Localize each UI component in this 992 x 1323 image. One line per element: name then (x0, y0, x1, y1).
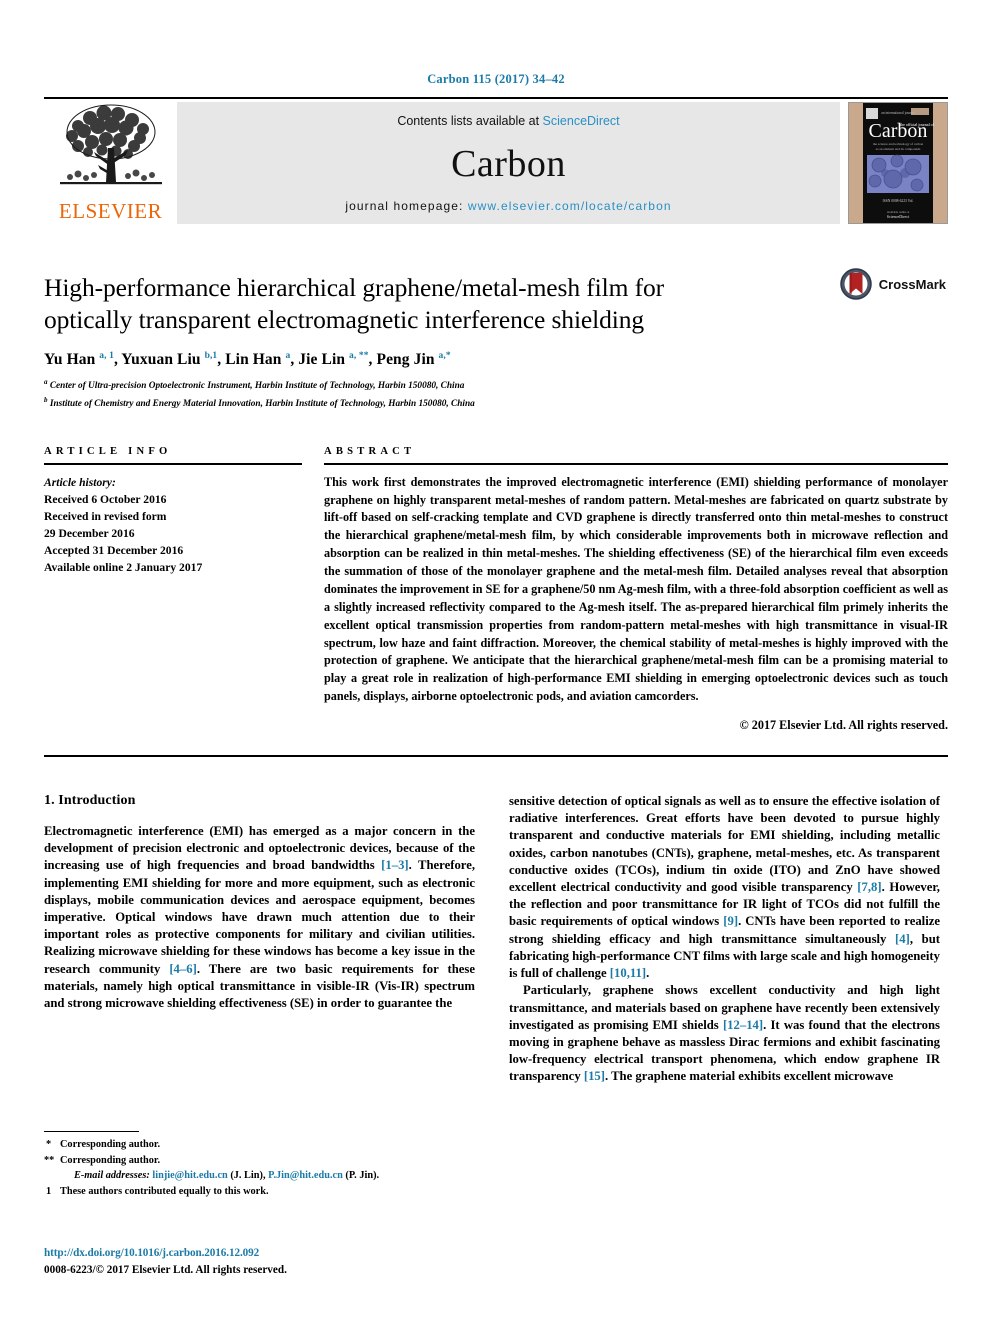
body-columns: 1. Introduction Electromagnetic interfer… (44, 793, 948, 1085)
journal-homepage-line: journal homepage: www.elsevier.com/locat… (345, 199, 671, 213)
journal-cover-thumbnail: an international journal Carbon the offi… (848, 102, 948, 224)
title-block: High-performance hierarchical graphene/m… (44, 268, 948, 412)
section-title-introduction: 1. Introduction (44, 793, 136, 809)
abstract-text: This work first demonstrates the improve… (324, 474, 948, 704)
crossmark-icon (840, 268, 872, 300)
journal-masthead: ELSEVIER Contents lists available at Sci… (44, 97, 948, 224)
article-history: Article history: Received 6 October 2016… (44, 474, 302, 576)
affiliation-text-b: Institute of Chemistry and Energy Materi… (49, 398, 475, 409)
history-item: Available online 2 January 2017 (44, 560, 203, 574)
info-abstract-section: ARTICLE INFO Article history: Received 6… (44, 446, 948, 733)
cover-artwork: an international journal Carbon the offi… (849, 103, 947, 223)
footnote-text: Corresponding author. (60, 1154, 161, 1166)
history-item: Accepted 31 December 2016 (44, 543, 184, 557)
affiliation-mark-b: b (44, 395, 48, 404)
citation-ref[interactable]: [10,11] (610, 966, 646, 980)
paragraph: sensitive detection of optical signals a… (509, 794, 940, 981)
journal-citation: Carbon 115 (2017) 34–42 (427, 72, 565, 86)
history-item: Received in revised form (44, 509, 167, 523)
paper-page: Carbon 115 (2017) 34–42 ELSEVIER Content… (0, 0, 992, 1323)
footnote-equal-contribution: 1 These authors contributed equally to t… (44, 1184, 475, 1200)
homepage-prefix: journal homepage: (345, 199, 468, 213)
page-title: High-performance hierarchical graphene/m… (44, 273, 665, 335)
article-info-column: ARTICLE INFO Article history: Received 6… (44, 446, 302, 733)
crossmark-badge[interactable]: CrossMark (840, 268, 946, 300)
footnote-corresponding-2: ** Corresponding author. (44, 1153, 475, 1169)
body-left-column: 1. Introduction Electromagnetic interfer… (44, 793, 475, 1085)
affiliation-mark-a: a (44, 378, 48, 387)
footnote-mark-asterisk: * (46, 1139, 52, 1150)
elsevier-tree-icon (60, 104, 162, 185)
citation-ref[interactable]: [7,8] (857, 880, 881, 894)
affiliation-list: a Center of Ultra-precision Optoelectron… (44, 377, 948, 411)
svg-text:the science and technology of: the science and technology of carbon (873, 142, 924, 146)
footnote-rule (44, 1131, 139, 1132)
contents-prefix: Contents lists available at (397, 114, 543, 128)
affiliation-a: a Center of Ultra-precision Optoelectron… (44, 377, 948, 394)
svg-text:ScienceDirect: ScienceDirect (887, 214, 910, 219)
email-link-jin[interactable]: P.Jin@hit.edu.cn (268, 1170, 343, 1181)
elsevier-wordmark: ELSEVIER (58, 199, 163, 223)
journal-title: Carbon (451, 142, 566, 185)
contents-available-line: Contents lists available at ScienceDirec… (397, 114, 619, 128)
doi-link[interactable]: http://dx.doi.org/10.1016/j.carbon.2016.… (44, 1247, 259, 1259)
footnote-mark-one: 1 (46, 1185, 52, 1197)
footnote-corresponding-1: * Corresponding author. (44, 1137, 475, 1153)
abstract-copyright: © 2017 Elsevier Ltd. All rights reserved… (739, 718, 948, 733)
email-addresses-label: E-mail addresses: (74, 1170, 150, 1182)
abstract-heading: ABSTRACT (324, 445, 416, 457)
footnote-emails: E-mail addresses: linjie@hit.edu.cn (J. … (74, 1170, 380, 1182)
history-item: 29 December 2016 (44, 526, 135, 540)
email-owner-lin: (J. Lin) (230, 1170, 263, 1182)
affiliation-b: b Institute of Chemistry and Energy Mate… (44, 395, 948, 412)
svg-text:an international journal: an international journal (881, 111, 915, 115)
citation-ref[interactable]: [4–6] (169, 962, 196, 976)
body-right-column: sensitive detection of optical signals a… (509, 793, 940, 1085)
citation-ref[interactable]: [1–3] (381, 858, 408, 872)
email-link-lin[interactable]: linjie@hit.edu.cn (152, 1170, 227, 1181)
paragraph: Particularly, graphene shows excellent c… (509, 983, 940, 1084)
history-item: Received 6 October 2016 (44, 492, 167, 506)
article-info-heading: ARTICLE INFO (44, 445, 172, 457)
citation-ref[interactable]: [9] (723, 914, 738, 928)
journal-homepage-link[interactable]: www.elsevier.com/locate/carbon (468, 199, 672, 213)
citation-ref[interactable]: [12–14] (723, 1018, 763, 1032)
abstract-bottom-rule (44, 755, 948, 758)
footnote-text: These authors contributed equally to thi… (60, 1185, 269, 1197)
abstract-rule (324, 462, 948, 465)
footnote-mark-double-asterisk: ** (44, 1154, 55, 1166)
issn-copyright-line: 0008-6223/© 2017 Elsevier Ltd. All right… (44, 1264, 287, 1276)
journal-band: Contents lists available at ScienceDirec… (177, 102, 840, 224)
footnote-block: * Corresponding author. ** Corresponding… (44, 1131, 475, 1200)
svg-text:the official journal of: the official journal of (900, 122, 935, 127)
svg-text:as an element and its compound: as an element and its compounds (876, 147, 921, 151)
abstract-column: ABSTRACT This work first demonstrates th… (324, 446, 948, 733)
elsevier-logo: ELSEVIER (44, 102, 177, 224)
paragraph: Electromagnetic interference (EMI) has e… (44, 824, 475, 1011)
svg-text:ISSN 0008-6223 Vol.: ISSN 0008-6223 Vol. (883, 199, 914, 203)
affiliation-text-a: Center of Ultra-precision Optoelectronic… (49, 381, 465, 392)
sciencedirect-link[interactable]: ScienceDirect (543, 114, 620, 128)
footnote-text: Corresponding author. (60, 1139, 161, 1150)
crossmark-label: CrossMark (878, 276, 946, 292)
citation-ref[interactable]: [4] (895, 932, 910, 946)
article-history-label: Article history: (44, 475, 116, 489)
author-list: Yu Han a, 1, Yuxuan Liu b,1, Lin Han a, … (44, 351, 451, 369)
masthead-top-rule (44, 97, 948, 99)
email-owner-jin: (P. Jin). (345, 1170, 380, 1182)
article-info-rule (44, 462, 302, 465)
citation-ref[interactable]: [15] (584, 1069, 605, 1083)
